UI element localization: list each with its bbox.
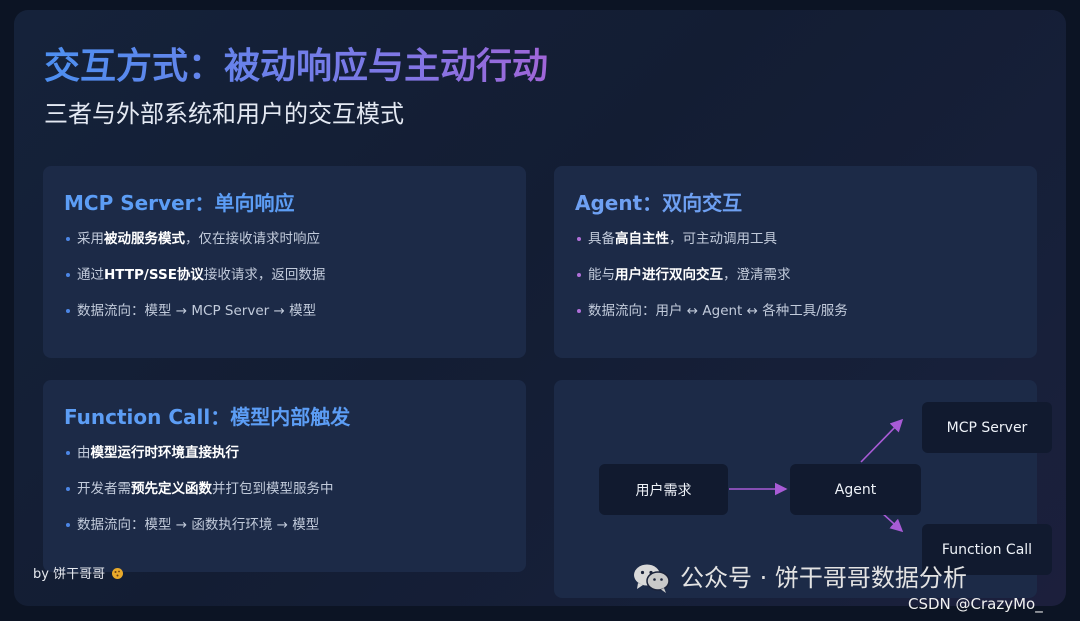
wechat-icon: [634, 564, 670, 593]
agent-card-title: Agent：双向交互: [575, 191, 743, 215]
function-call-card: Function Call：模型内部触发 由模型运行时环境直接执行 开发者需预先…: [43, 380, 526, 572]
csdn-watermark: CSDN @CrazyMo_: [908, 595, 1043, 613]
mcp-server-card: MCP Server：单向响应 采用被动服务模式，仅在接收请求时响应 通过HTT…: [43, 166, 526, 358]
bullet-emphasis: 高自主性: [615, 231, 669, 247]
mcp-server-bullet-list: 采用被动服务模式，仅在接收请求时响应 通过HTTP/SSE协议接收请求，返回数据…: [65, 226, 514, 334]
bullet-emphasis: 模型运行时环境直接执行: [90, 445, 240, 461]
bullet-text: 通过: [77, 267, 104, 283]
watermark-text: 公众号 · 饼干哥哥数据分析: [680, 564, 967, 592]
node-mcp-server: MCP Server: [922, 402, 1052, 453]
function-call-bullet-1: 由模型运行时环境直接执行: [65, 440, 514, 476]
bullet-text: ，澄清需求: [723, 267, 791, 283]
cookie-icon: [112, 568, 124, 579]
node-user-need: 用户需求: [599, 464, 728, 515]
bullet-text: ，可主动调用工具: [669, 231, 777, 247]
bullet-text: 并打包到模型服务中: [212, 481, 334, 497]
mcp-server-bullet-3: 数据流向：模型 → MCP Server → 模型: [65, 298, 514, 334]
bullet-text: 数据流向：模型 → 函数执行环境 → 模型: [77, 517, 320, 533]
bullet-text: 数据流向：模型 → MCP Server → 模型: [77, 303, 317, 319]
agent-bullet-3: 数据流向：用户 ↔ Agent ↔ 各种工具/服务: [576, 298, 1025, 334]
bullet-emphasis: HTTP/SSE协议: [104, 267, 204, 283]
bullet-emphasis: 用户进行双向交互: [615, 267, 723, 283]
bullet-text: 能与: [588, 267, 615, 283]
mcp-server-bullet-2: 通过HTTP/SSE协议接收请求，返回数据: [65, 262, 514, 298]
function-call-bullet-list: 由模型运行时环境直接执行 开发者需预先定义函数并打包到模型服务中 数据流向：模型…: [65, 440, 514, 548]
mcp-server-bullet-1: 采用被动服务模式，仅在接收请求时响应: [65, 226, 514, 262]
page-subtitle: 三者与外部系统和用户的交互模式: [44, 100, 404, 128]
agent-bullet-list: 具备高自主性，可主动调用工具 能与用户进行双向交互，澄清需求 数据流向：用户 ↔…: [576, 226, 1025, 334]
function-call-card-title: Function Call：模型内部触发: [64, 405, 351, 429]
bullet-text: 由: [77, 445, 91, 461]
author-byline-text: by 饼干哥哥: [33, 567, 106, 582]
bullet-text: ，仅在接收请求时响应: [185, 231, 320, 247]
bullet-text: 采用: [77, 231, 104, 247]
agent-bullet-1: 具备高自主性，可主动调用工具: [576, 226, 1025, 262]
agent-card: Agent：双向交互 具备高自主性，可主动调用工具 能与用户进行双向交互，澄清需…: [554, 166, 1037, 358]
wechat-watermark: 公众号 · 饼干哥哥数据分析: [632, 562, 967, 594]
bullet-text: 具备: [588, 231, 615, 247]
author-byline: by 饼干哥哥: [33, 566, 124, 584]
bullet-text: 开发者需: [77, 481, 131, 497]
function-call-bullet-2: 开发者需预先定义函数并打包到模型服务中: [65, 476, 514, 512]
bullet-emphasis: 被动服务模式: [104, 231, 185, 247]
function-call-bullet-3: 数据流向：模型 → 函数执行环境 → 模型: [65, 512, 514, 548]
agent-bullet-2: 能与用户进行双向交互，澄清需求: [576, 262, 1025, 298]
bullet-text: 接收请求，返回数据: [203, 267, 326, 283]
bullet-text: 数据流向：用户 ↔ Agent ↔ 各种工具/服务: [588, 303, 848, 319]
mcp-server-card-title: MCP Server：单向响应: [64, 191, 295, 215]
page-title: 交互方式：被动响应与主动行动: [44, 44, 548, 90]
node-agent: Agent: [790, 464, 921, 515]
bullet-emphasis: 预先定义函数: [131, 481, 212, 497]
